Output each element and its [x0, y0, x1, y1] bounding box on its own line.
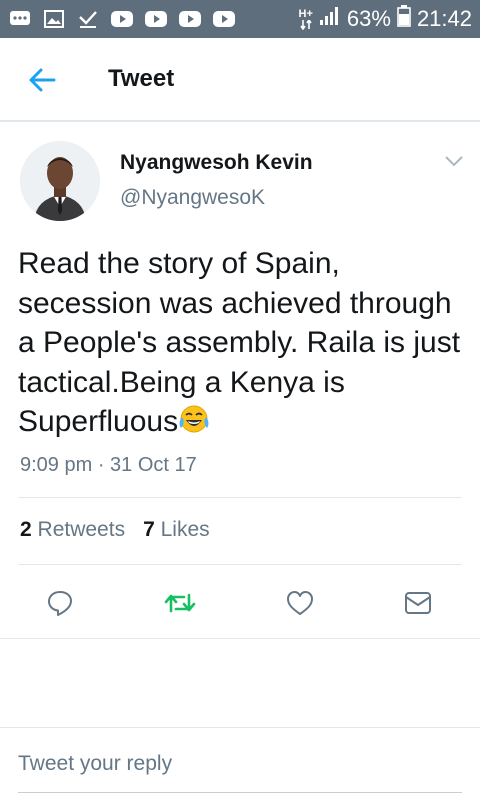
- author-name[interactable]: Nyangwesoh Kevin: [120, 151, 313, 175]
- chevron-down-icon[interactable]: [444, 154, 464, 168]
- clock: 21:42: [416, 6, 472, 31]
- battery-percent: 63%: [346, 6, 391, 31]
- retweet-count: 2: [20, 518, 32, 541]
- heart-icon[interactable]: [282, 585, 318, 621]
- avatar[interactable]: [20, 141, 100, 221]
- tweet-actions: [0, 585, 480, 621]
- retweets-stat[interactable]: 2 Retweets: [20, 518, 125, 542]
- youtube-icon: [144, 9, 168, 29]
- battery-icon: [397, 5, 411, 33]
- tweet-text: Read the story of Spain, secession was a…: [18, 244, 473, 445]
- tears-of-joy-emoji-icon: [178, 404, 210, 445]
- divider: [0, 727, 480, 728]
- youtube-icon: [178, 9, 202, 29]
- tweet-timestamp: 9:09 pm · 31 Oct 17: [20, 454, 197, 476]
- retweet-icon[interactable]: [162, 585, 198, 621]
- reply-input-underline: [18, 792, 462, 793]
- network-type-icon: H+: [299, 8, 313, 30]
- back-arrow-icon[interactable]: [26, 64, 58, 96]
- page-title: Tweet: [108, 65, 175, 92]
- likes-stat[interactable]: 7 Likes: [143, 518, 210, 542]
- divider: [18, 497, 462, 498]
- app-header: Tweet: [0, 38, 480, 122]
- youtube-icon: [110, 9, 134, 29]
- system-status: H+ 63% 21:42: [299, 0, 472, 38]
- signal-icon: [319, 6, 341, 32]
- image-notification-icon: [42, 9, 66, 29]
- download-done-icon: [76, 9, 100, 29]
- reply-icon[interactable]: [42, 585, 78, 621]
- divider: [0, 638, 480, 639]
- like-label: Likes: [160, 518, 210, 541]
- retweet-label: Retweets: [37, 518, 126, 541]
- notification-icons: [8, 8, 236, 30]
- status-bar: H+ 63% 21:42: [0, 0, 480, 38]
- author-handle[interactable]: @NyangwesoK: [120, 186, 265, 210]
- tweet-stats: 2 Retweets 7 Likes: [20, 518, 210, 542]
- like-count: 7: [143, 518, 155, 541]
- direct-message-icon[interactable]: [400, 585, 436, 621]
- chat-notification-icon: [8, 9, 32, 29]
- youtube-icon: [212, 9, 236, 29]
- divider: [18, 564, 462, 565]
- reply-input[interactable]: Tweet your reply: [18, 752, 172, 776]
